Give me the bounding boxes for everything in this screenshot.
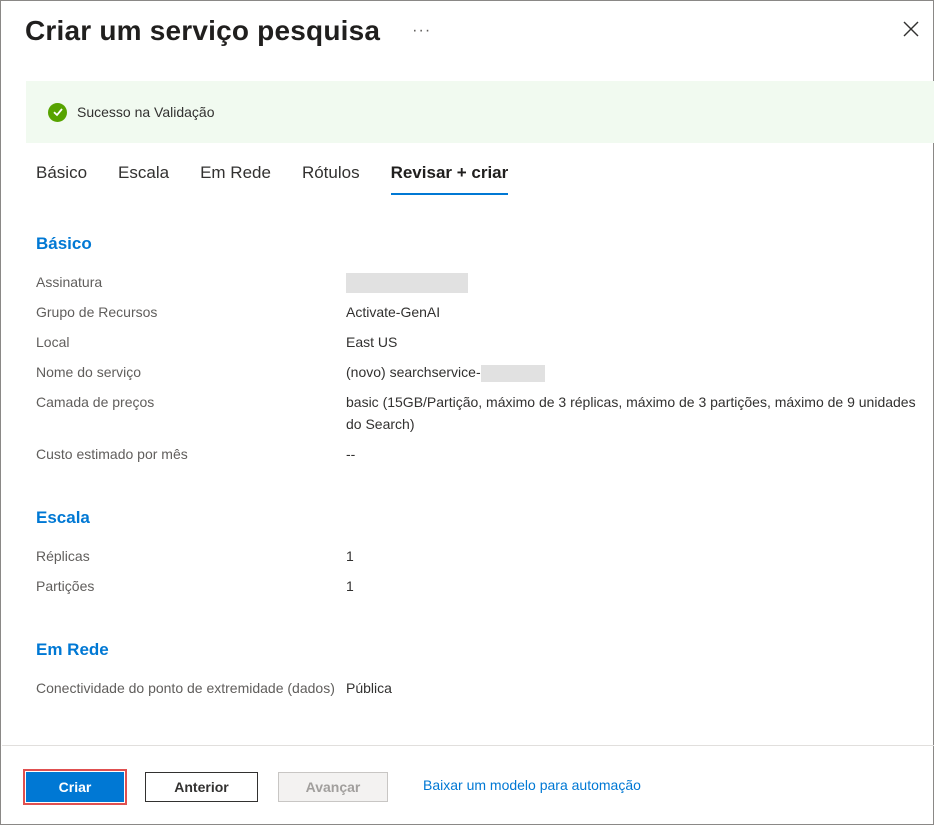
validation-status-text: Sucesso na Validação xyxy=(77,104,215,120)
row-value xyxy=(346,271,921,294)
row-label: Local xyxy=(36,334,70,350)
section-title-basico: Básico xyxy=(36,234,92,253)
tab-basico[interactable]: Básico xyxy=(36,161,87,195)
tab-bar: Básico Escala Em Rede Rótulos Revisar + … xyxy=(36,161,539,195)
row-label: Conectividade do ponto de extremidade (d… xyxy=(36,680,335,696)
row-label: Grupo de Recursos xyxy=(36,304,158,320)
row-value: -- xyxy=(346,446,356,462)
footer-divider xyxy=(2,745,934,746)
validation-banner: Sucesso na Validação xyxy=(26,81,934,143)
row-label: Réplicas xyxy=(36,548,90,564)
redacted-service-suffix xyxy=(480,364,545,382)
tab-escala[interactable]: Escala xyxy=(118,161,169,195)
row-value: Activate-GenAI xyxy=(346,304,441,320)
close-icon[interactable] xyxy=(901,19,921,39)
create-button[interactable]: Criar xyxy=(23,769,127,805)
row-value: East US xyxy=(346,334,398,350)
previous-button[interactable]: Anterior xyxy=(145,772,258,802)
section-title-escala: Escala xyxy=(36,508,90,527)
tab-rotulos[interactable]: Rótulos xyxy=(302,161,360,195)
download-template-link[interactable]: Baixar um modelo para automação xyxy=(423,777,641,793)
row-label: Assinatura xyxy=(36,274,103,290)
row-value: Pública xyxy=(346,680,392,696)
tab-revisar-criar[interactable]: Revisar + criar xyxy=(390,161,508,195)
dialog-header: Criar um serviço pesquisa ··· xyxy=(25,11,431,51)
row-label: Camada de preços xyxy=(36,394,155,410)
more-options-icon[interactable]: ··· xyxy=(412,22,431,40)
row-value: 1 xyxy=(346,578,354,594)
page-title: Criar um serviço pesquisa xyxy=(25,15,381,46)
redacted-subscription xyxy=(346,273,468,294)
row-value: (novo) searchservice- xyxy=(346,361,921,383)
row-label: Partições xyxy=(36,578,95,594)
row-value: basic (15GB/Partição, máximo de 3 réplic… xyxy=(346,394,916,432)
check-circle-icon xyxy=(48,102,67,122)
row-label: Nome do serviço xyxy=(36,364,142,380)
row-value: 1 xyxy=(346,548,354,564)
tab-em-rede[interactable]: Em Rede xyxy=(200,161,271,195)
create-search-service-dialog: Criar um serviço pesquisa ··· Sucesso na… xyxy=(0,0,934,825)
service-name-prefix: (novo) searchservice- xyxy=(346,364,481,380)
section-title-em-rede: Em Rede xyxy=(36,640,109,659)
next-button: Avançar xyxy=(278,772,388,802)
row-label: Custo estimado por mês xyxy=(36,446,188,462)
